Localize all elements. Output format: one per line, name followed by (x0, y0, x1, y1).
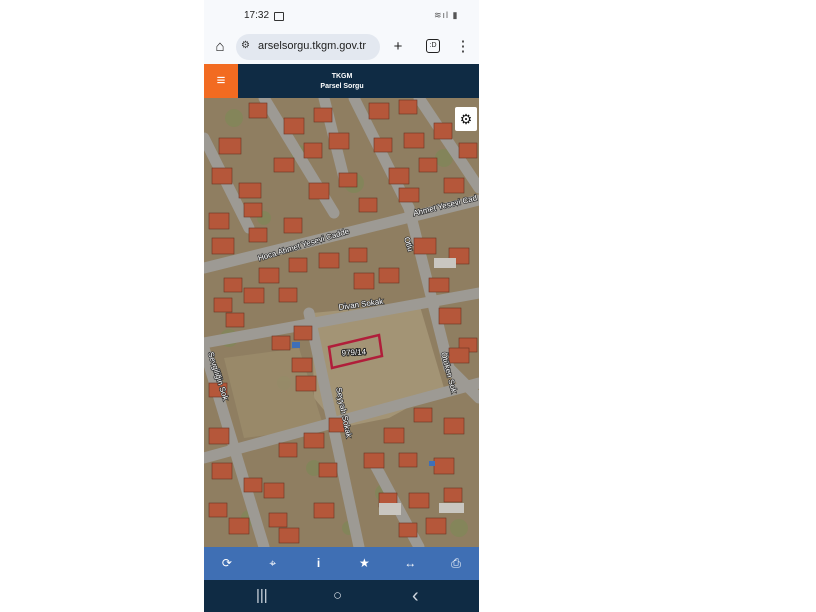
wifi-signal-battery-icon: ≋ıl ▮ (434, 10, 459, 20)
recents-icon[interactable]: ||| (256, 586, 268, 606)
print-icon[interactable]: ⎙ (433, 547, 479, 580)
hamburger-icon[interactable]: ≡ (204, 64, 238, 98)
site-settings-icon[interactable]: ⚙ (241, 40, 250, 51)
back-icon[interactable]: ‹ (412, 586, 419, 606)
home-nav-icon[interactable]: ○ (333, 586, 342, 606)
address-bar[interactable]: ⚙ arselsorgu.tkgm.gov.tr (236, 34, 380, 60)
phone-screen: 17:32 ≋ıl ▮ ⌂ ⚙ arselsorgu.tkgm.gov.tr +… (204, 0, 479, 612)
status-time: 17:32 (244, 10, 270, 21)
tab-switcher-button[interactable]: :D (426, 39, 440, 53)
app-title: TKGM Parsel Sorgu (304, 72, 380, 92)
gallery-icon (274, 12, 284, 21)
system-nav-bar: ||| ○ ‹ (204, 580, 479, 612)
plus-icon[interactable]: + (388, 37, 408, 57)
locate-icon[interactable]: ⌖ (250, 547, 296, 580)
star-icon[interactable]: ★ (341, 547, 387, 580)
measure-icon[interactable]: ↔ (387, 547, 433, 580)
parcel-label: 979/14 (341, 347, 366, 357)
app-title-line2: Parsel Sorgu (320, 83, 364, 90)
status-bar: 17:32 ≋ıl ▮ (204, 0, 479, 32)
app-title-line1: TKGM (331, 73, 353, 80)
home-icon[interactable]: ⌂ (210, 37, 230, 57)
map-toolbar: ⟳ ⌖ i ★ ↔ ⎙ (204, 547, 479, 580)
satellite-map[interactable]: 979/14 Hoca Ahmet Yesevi Cadde Ahmet Yes… (204, 98, 479, 547)
url-text: arselsorgu.tkgm.gov.tr (258, 40, 367, 52)
app-header: ≡ TKGM Parsel Sorgu (204, 64, 479, 98)
browser-toolbar: ⌂ ⚙ arselsorgu.tkgm.gov.tr + :D ⋮ (204, 32, 479, 64)
info-icon[interactable]: i (296, 547, 342, 580)
refresh-icon[interactable]: ⟳ (204, 547, 250, 580)
gear-icon[interactable]: ⚙ (455, 107, 477, 131)
more-vert-icon[interactable]: ⋮ (453, 37, 473, 57)
